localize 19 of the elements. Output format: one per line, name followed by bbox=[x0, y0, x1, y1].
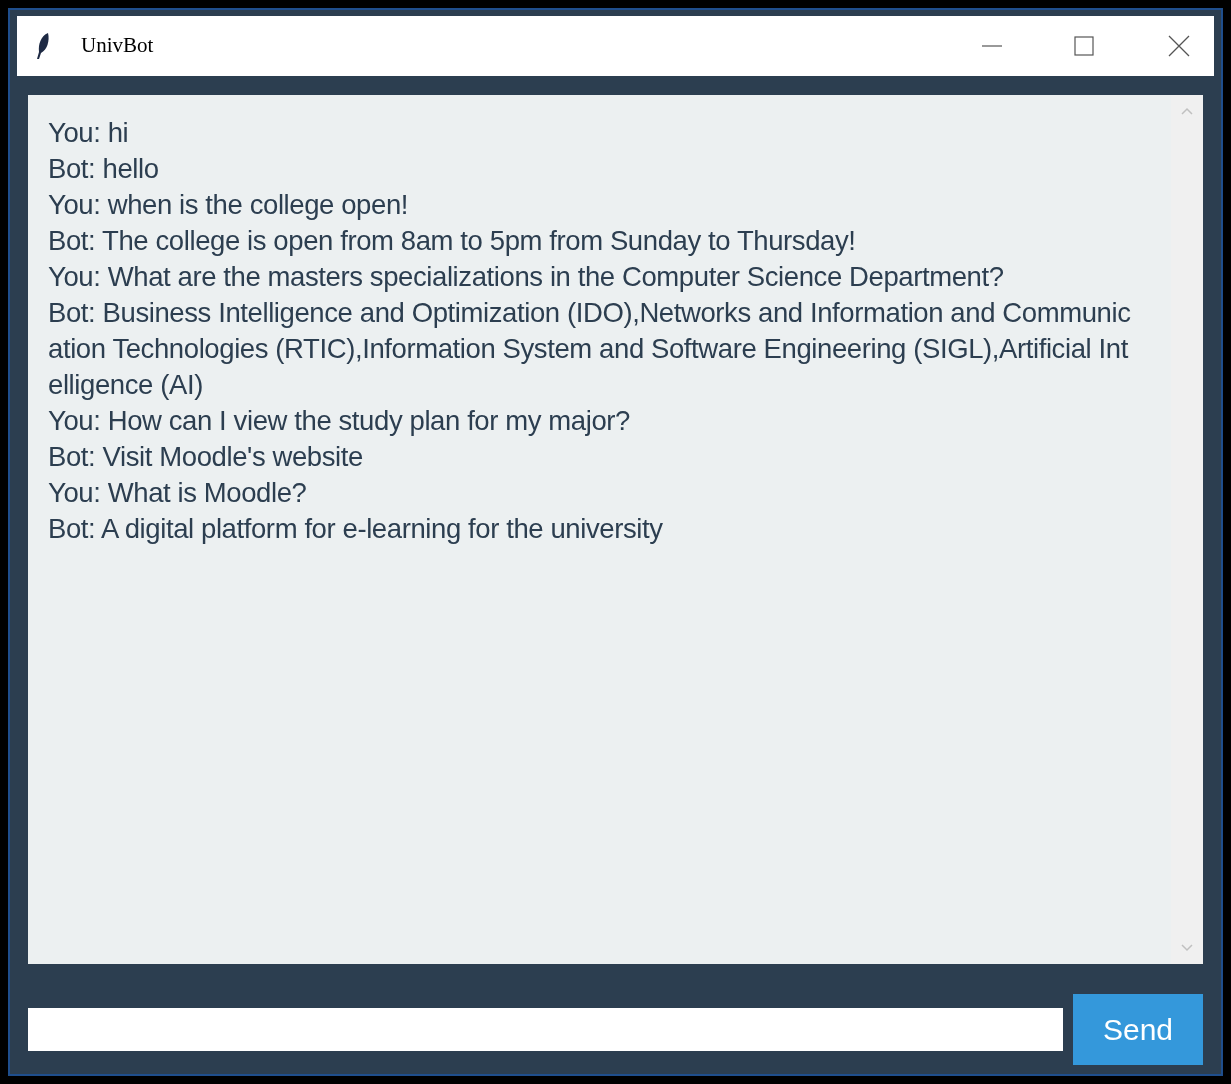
maximize-icon[interactable] bbox=[1074, 36, 1094, 56]
window-title: UnivBot bbox=[81, 32, 154, 60]
close-icon[interactable] bbox=[1168, 35, 1190, 57]
chat-message: You: What is Moodle? bbox=[48, 476, 308, 510]
send-button[interactable]: Send bbox=[1073, 994, 1203, 1065]
feather-icon bbox=[35, 32, 51, 60]
chat-message: Bot: Visit Moodle's website bbox=[48, 440, 364, 474]
chat-message: Bot: Business Intelligence and Optimization (IDO),Networks and Information and Communication Technologies (RTIC),Information System and Software Engineering (SIGL),Artificial Intelligence (AI) bbox=[48, 296, 1132, 402]
scrollbar[interactable] bbox=[1171, 95, 1203, 964]
message-input[interactable] bbox=[28, 1008, 1063, 1051]
chat-message: Bot: The college is open from 8am to 5pm from Sunday to Thursday! bbox=[48, 224, 857, 258]
chat-message: You: What are the masters specializations in the Computer Science Department? bbox=[48, 260, 1005, 294]
chat-message: You: when is the college open! bbox=[48, 188, 410, 222]
chat-message: Bot: A digital platform for e-learning for the university bbox=[48, 512, 664, 546]
chat-message: Bot: hello bbox=[48, 152, 160, 186]
chat-message: You: How can I view the study plan for my major? bbox=[48, 404, 631, 438]
scroll-down-icon[interactable] bbox=[1181, 944, 1193, 952]
chat-message: You: hi bbox=[48, 116, 130, 150]
scroll-up-icon[interactable] bbox=[1181, 107, 1193, 115]
